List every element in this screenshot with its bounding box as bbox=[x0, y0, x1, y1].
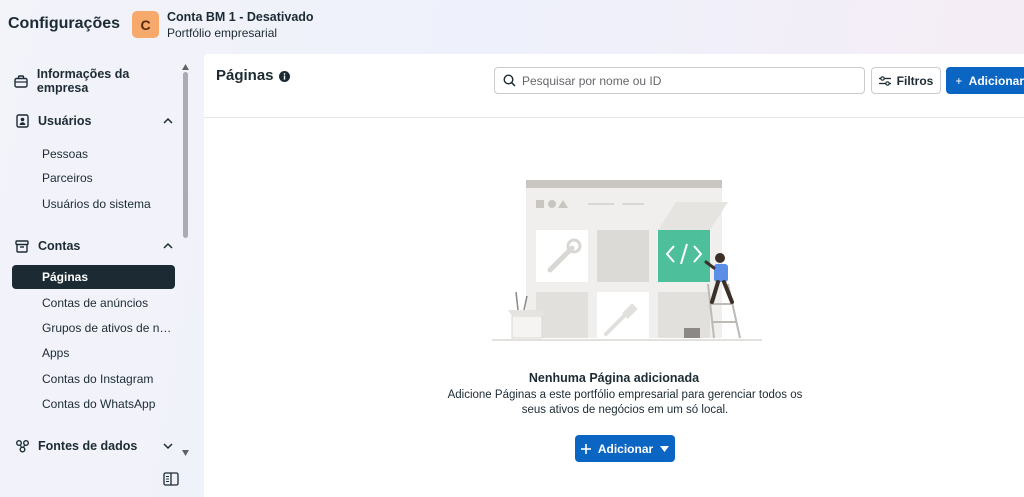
empty-state-illustration bbox=[492, 180, 762, 341]
collapse-sidebar-icon[interactable] bbox=[163, 472, 179, 486]
search-icon bbox=[503, 74, 516, 87]
chevron-up-icon[interactable] bbox=[162, 115, 174, 127]
sidebar-item-paginas[interactable]: Páginas bbox=[12, 265, 175, 289]
sidebar-section-label: Usuários bbox=[38, 114, 92, 128]
account-subtitle: Portfólio empresarial bbox=[167, 26, 278, 40]
briefcase-icon bbox=[14, 73, 29, 89]
main-header: Páginas Filtros bbox=[204, 54, 1024, 118]
top-header: Configurações C Conta BM 1 - Desativado … bbox=[0, 0, 1024, 52]
sidebar-item-business-asset-groups[interactable]: Grupos de ativos de negócios bbox=[42, 321, 176, 335]
sidebar: Informações da empresa Usuários Pessoas … bbox=[0, 52, 204, 497]
account-name[interactable]: Conta BM 1 - Desativado bbox=[167, 10, 314, 24]
info-icon[interactable] bbox=[279, 71, 290, 82]
add-button-header[interactable]: Adicionar bbox=[946, 67, 1024, 94]
sidebar-section-data-sources[interactable]: Fontes de dados bbox=[14, 438, 174, 454]
sidebar-item-whatsapp-accounts[interactable]: Contas do WhatsApp bbox=[42, 397, 176, 411]
sidebar-section-accounts[interactable]: Contas bbox=[14, 238, 174, 254]
sidebar-item-parceiros[interactable]: Parceiros bbox=[42, 171, 176, 185]
add-button-empty-state[interactable]: Adicionar bbox=[575, 435, 675, 462]
sidebar-section-label: Informações da empresa bbox=[36, 67, 130, 95]
sliders-icon bbox=[878, 75, 891, 86]
sidebar-item-ad-accounts[interactable]: Contas de anúncios bbox=[42, 296, 176, 310]
sidebar-section-users[interactable]: Usuários bbox=[14, 113, 174, 129]
user-badge-icon bbox=[14, 113, 30, 129]
plus-icon bbox=[956, 77, 962, 84]
main-panel: Páginas Filtros bbox=[204, 54, 1024, 497]
filters-button-label: Filtros bbox=[896, 73, 934, 88]
search-box[interactable] bbox=[494, 67, 865, 94]
page-title: Páginas bbox=[216, 67, 274, 84]
plus-icon bbox=[580, 443, 591, 454]
sidebar-item-system-users[interactable]: Usuários do sistema bbox=[42, 197, 176, 211]
account-avatar[interactable]: C bbox=[132, 11, 159, 38]
archive-icon bbox=[14, 238, 30, 254]
chevron-down-icon[interactable] bbox=[162, 440, 174, 452]
sidebar-section-company-info[interactable]: Informações da empresa bbox=[14, 67, 174, 95]
chevron-up-icon[interactable] bbox=[162, 240, 174, 252]
scroll-down-arrow-icon[interactable] bbox=[182, 450, 189, 456]
sidebar-scroll-thumb[interactable] bbox=[183, 72, 188, 238]
search-input[interactable] bbox=[522, 73, 852, 88]
scroll-up-arrow-icon[interactable] bbox=[182, 64, 189, 70]
add-button-label: Adicionar bbox=[597, 441, 654, 456]
sidebar-item-pessoas[interactable]: Pessoas bbox=[42, 147, 176, 161]
sidebar-item-apps[interactable]: Apps bbox=[42, 346, 176, 360]
sidebar-section-label: Fontes de dados bbox=[38, 439, 138, 453]
empty-state-description: Adicione Páginas a este portfólio empres… bbox=[447, 389, 803, 416]
empty-state-title: Nenhuma Página adicionada bbox=[528, 371, 700, 385]
caret-down-icon bbox=[660, 445, 670, 452]
filters-button[interactable]: Filtros bbox=[871, 67, 941, 94]
sidebar-item-instagram-accounts[interactable]: Contas do Instagram bbox=[42, 372, 176, 386]
data-sources-icon bbox=[14, 438, 30, 454]
add-button-label: Adicionar bbox=[968, 73, 1024, 88]
sidebar-section-label: Contas bbox=[38, 239, 81, 253]
app-title: Configurações bbox=[8, 15, 121, 32]
